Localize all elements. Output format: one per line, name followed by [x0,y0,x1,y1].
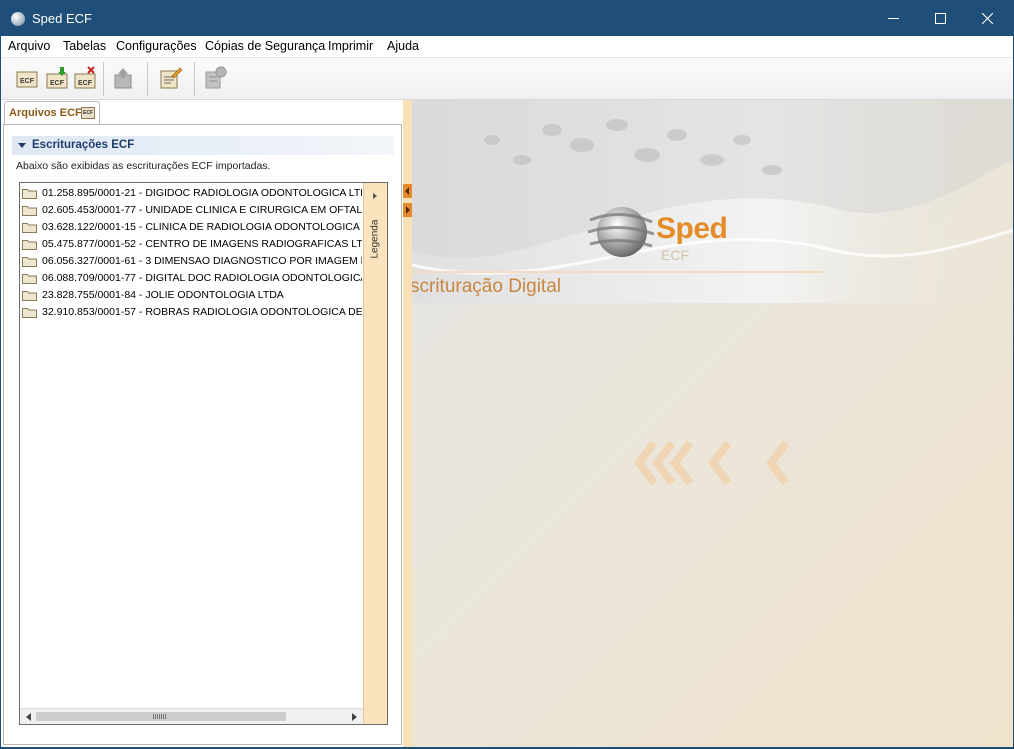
horizontal-scrollbar[interactable] [20,708,363,724]
menu-tabelas[interactable]: Tabelas [63,39,106,53]
scroll-right-icon[interactable] [352,713,357,721]
folder-icon [22,206,37,216]
list-item[interactable]: 06.056.327/0001-61 - 3 DIMENSAO DIAGNOST… [22,253,362,270]
app-window: Sped ECF Arquivo Tabelas Configurações C… [0,0,1014,749]
list-item[interactable]: 23.828.755/0001-84 - JOLIE ODONTOLOGIA L… [22,287,362,304]
panel-splitter[interactable] [403,100,412,747]
folder-icon [22,308,37,318]
close-button[interactable] [964,0,1010,36]
main-background: Sped ECF scrituração Digital [412,100,1013,747]
sped-logo-text: Sped [656,212,728,245]
section-header[interactable]: Escriturações ECF [12,136,394,155]
legend-panel[interactable]: Legenda [363,183,387,724]
section-title: Escriturações ECF [32,139,135,151]
ecf-file-icon: ECF [81,107,95,119]
expand-right-button[interactable] [403,203,412,217]
arrow-right-icon [406,206,410,214]
folder-icon [22,240,37,250]
export-icon[interactable] [111,66,135,90]
folder-icon [22,257,37,267]
ecf-open-icon[interactable]: ECF [15,66,39,90]
tab-pane: Escriturações ECF Abaixo são exibidas as… [3,124,402,745]
scroll-left-icon[interactable] [26,713,31,721]
banner-text: scrituração Digital [412,276,561,297]
folder-icon [22,274,37,284]
minimize-button[interactable] [870,0,916,36]
legend-expand-icon[interactable] [373,193,377,199]
menu-arquivo[interactable]: Arquivo [8,39,50,53]
list-item[interactable]: 32.910.853/0001-57 - ROBRAS RADIOLOGIA O… [22,304,362,321]
section-description: Abaixo são exibidas as escriturações ECF… [16,160,271,172]
banner-graphic [412,100,1013,303]
left-panel: Arquivos ECF ECF Escriturações ECF Abaix… [1,100,403,747]
toolbar-separator [103,62,104,96]
list-item[interactable]: 06.088.709/0001-77 - DIGITAL DOC RADIOLO… [22,270,362,287]
menu-bar: Arquivo Tabelas Configurações Cópias de … [1,36,1013,58]
ecf-import-icon[interactable]: ECF [45,66,69,90]
list-item[interactable]: 02.605.453/0001-77 - UNIDADE CLINICA E C… [22,202,362,219]
menu-copias-de-seguranca[interactable]: Cópias de Segurança [205,39,325,53]
svg-text:ECF: ECF [20,78,35,85]
list-item[interactable]: 05.475.877/0001-52 - CENTRO DE IMAGENS R… [22,236,362,253]
maximize-icon [934,12,946,24]
scroll-thumb[interactable] [36,712,286,721]
title-bar: Sped ECF [0,0,1014,36]
menu-ajuda[interactable]: Ajuda [387,39,419,53]
close-icon [981,12,993,24]
app-logo-icon [11,12,25,26]
legend-label: Legenda [369,219,381,259]
minimize-icon [887,17,899,19]
scroll-grip-icon [153,714,167,719]
folder-icon [22,189,37,199]
content-area: Arquivos ECF ECF Escriturações ECF Abaix… [1,100,1013,747]
toolbar: ECF ECF ECF [1,58,1013,100]
collapse-arrow-icon[interactable] [18,143,26,148]
maximize-button[interactable] [917,0,963,36]
edit-icon[interactable] [158,66,182,90]
svg-text:ECF: ECF [50,80,65,87]
tab-arquivos-ecf[interactable]: Arquivos ECF ECF [4,101,100,125]
collapse-left-button[interactable] [403,184,412,198]
ecf-delete-icon[interactable]: ECF [73,66,97,90]
tab-label: Arquivos ECF [9,107,82,119]
window-title: Sped ECF [32,11,92,26]
sped-logo-subtitle: ECF [661,247,689,263]
arrow-left-icon [405,187,409,195]
menu-imprimir[interactable]: Imprimir [328,39,373,53]
list-item[interactable]: 01.258.895/0001-21 - DIGIDOC RADIOLOGIA … [22,185,362,202]
chevrons-decoration-icon [634,440,790,486]
toolbar-separator [147,62,148,96]
menu-configuracoes[interactable]: Configurações [116,39,197,53]
folder-icon [22,291,37,301]
settings-icon[interactable] [203,66,227,90]
toolbar-separator [194,62,195,96]
svg-text:ECF: ECF [78,80,93,87]
list-item[interactable]: 03.628.122/0001-15 - CLINICA DE RADIOLOG… [22,219,362,236]
escrituracoes-list[interactable]: 01.258.895/0001-21 - DIGIDOC RADIOLOGIA … [19,182,388,725]
folder-icon [22,223,37,233]
